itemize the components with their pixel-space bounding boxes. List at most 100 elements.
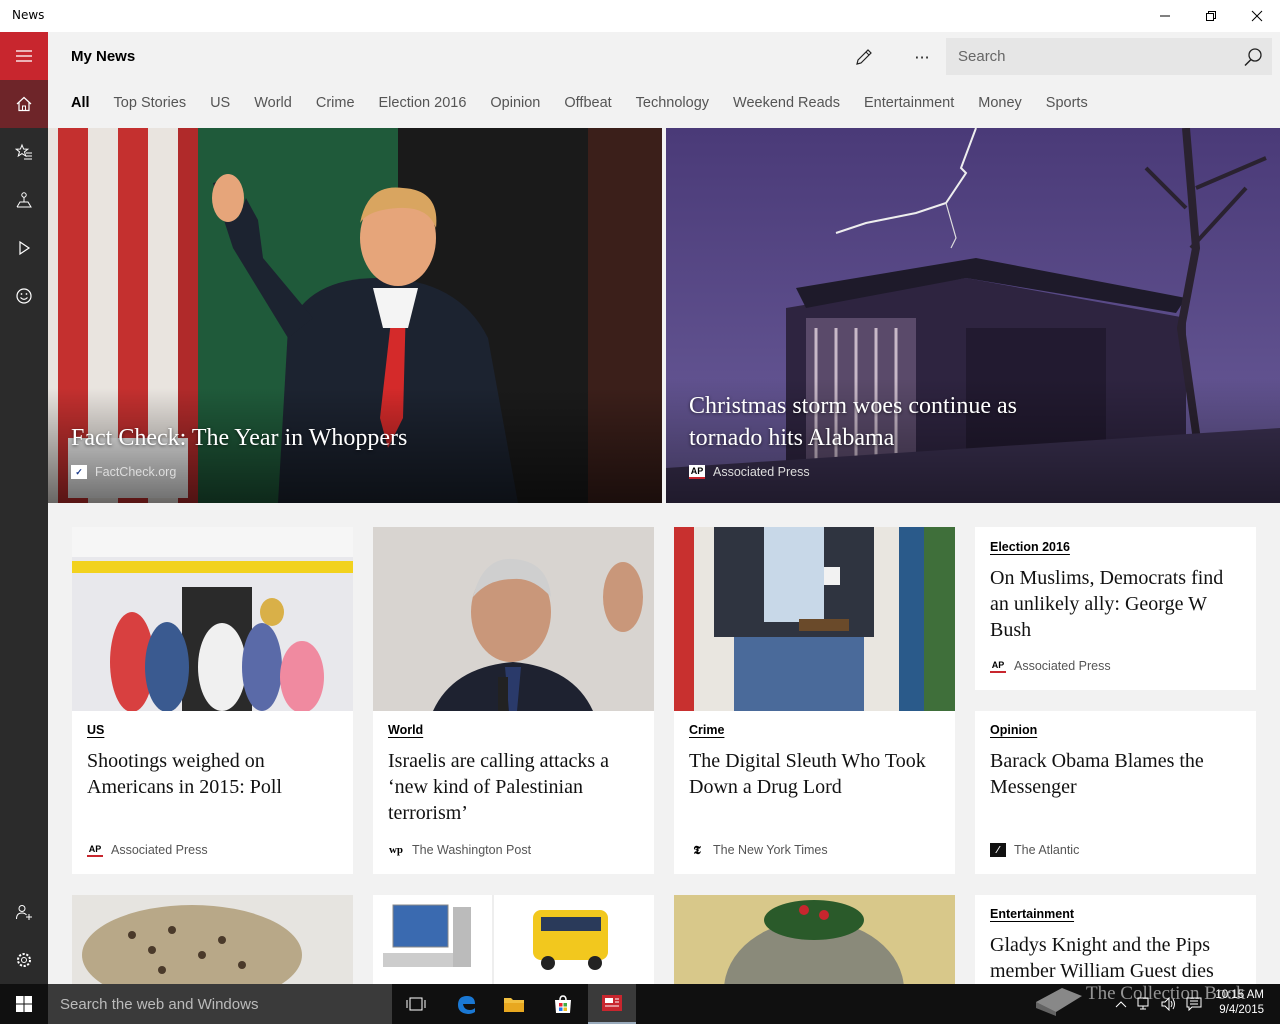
washington-post-logo-icon: wp [388,844,404,856]
taskbar-file-explorer[interactable] [490,984,538,1024]
source-name: The Atlantic [1014,843,1080,857]
story-photo [674,895,955,984]
story-body: US Shootings weighed on Americans in 201… [87,723,338,800]
sidebar-item-home[interactable] [0,80,48,128]
taskbar-news[interactable] [588,984,636,1024]
story-photo [373,895,654,984]
story-photo [72,527,353,711]
sidebar-item-sports[interactable] [0,272,48,320]
hero-headline: Christmas storm woes continue as tornado… [689,393,1017,451]
story-title: Israelis are calling attacks a ‘new kind… [388,750,609,824]
story-source: 𝕿 The New York Times [689,842,827,858]
add-person-icon [16,905,32,920]
source-name: The Washington Post [412,843,532,857]
story-photo [72,895,353,984]
story-category[interactable]: Entertainment [990,907,1241,921]
tab-election-2016[interactable]: Election 2016 [379,95,467,111]
ap-logo-icon: AP [990,659,1006,673]
local-icon [16,192,32,208]
hero-story-1[interactable]: Fact Check: The Year in Whoppers ✓ FactC… [48,128,662,503]
story-card-crime[interactable]: Crime The Digital Sleuth Who Took Down a… [674,527,955,874]
task-view-button[interactable] [392,984,440,1024]
story-category[interactable]: Opinion [990,723,1241,737]
tab-opinion[interactable]: Opinion [490,95,540,111]
hero-headline: Fact Check: The Year in Whoppers [71,425,408,451]
story-card-partial-2[interactable] [373,895,654,984]
sidebar-item-video[interactable] [0,224,48,272]
story-card-world[interactable]: World Israelis are calling attacks a ‘ne… [373,527,654,874]
taskbar-store[interactable] [539,984,587,1024]
story-card-partial-3[interactable] [674,895,955,984]
story-title: On Muslims, Democrats find an unlikely a… [990,567,1224,641]
factcheck-logo-icon: ✓ [71,465,87,479]
story-body: World Israelis are calling attacks a ‘ne… [388,723,639,826]
hamburger-icon [16,50,32,62]
story-category[interactable]: World [388,723,639,737]
sidebar-item-settings[interactable] [0,936,48,984]
hero-story-2[interactable]: Christmas storm woes continue as tornado… [666,128,1280,503]
tab-top-stories[interactable]: Top Stories [114,95,187,111]
minimize-icon [1160,15,1170,17]
nyt-logo-icon: 𝕿 [693,842,701,857]
tab-us[interactable]: US [210,95,230,111]
tab-offbeat[interactable]: Offbeat [564,95,611,111]
story-card-entertainment[interactable]: Entertainment Gladys Knight and the Pips… [975,895,1256,984]
story-source: ⁄ The Atlantic [990,843,1079,857]
story-title: Barack Obama Blames the Messenger [990,750,1204,798]
tab-technology[interactable]: Technology [636,95,709,111]
pencil-icon [856,49,872,65]
search-input[interactable] [946,38,1236,75]
sidebar-item-account[interactable] [0,888,48,936]
windows-logo-icon [16,996,32,1012]
more-options-button[interactable]: ··· [902,42,942,72]
source-name: Associated Press [1014,659,1111,673]
minimize-button[interactable] [1142,0,1188,32]
sports-smiley-icon [16,288,32,304]
home-icon [16,96,32,112]
story-title: The Digital Sleuth Who Took Down a Drug … [689,750,926,798]
edit-button[interactable] [844,42,884,72]
story-photo [373,527,654,711]
tab-sports[interactable]: Sports [1046,95,1088,111]
sidebar-item-interests[interactable] [0,128,48,176]
hamburger-menu-button[interactable] [0,32,48,80]
start-button[interactable] [0,984,48,1024]
more-icon: ··· [914,47,930,67]
story-category[interactable]: Election 2016 [990,540,1241,554]
close-icon [1251,10,1263,22]
news-app-icon [602,995,622,1011]
ap-logo-icon: AP [87,843,103,857]
story-card-us[interactable]: US Shootings weighed on Americans in 201… [72,527,353,874]
tab-entertainment[interactable]: Entertainment [864,95,954,111]
story-body: Crime The Digital Sleuth Who Took Down a… [689,723,940,800]
sidebar [0,32,48,984]
folder-icon [504,998,524,1012]
atlantic-logo-icon: ⁄ [990,843,1006,857]
story-card-election[interactable]: Election 2016 On Muslims, Democrats find… [975,527,1256,690]
tab-crime[interactable]: Crime [316,95,355,111]
close-button[interactable] [1234,0,1280,32]
restore-button[interactable] [1188,0,1234,32]
story-body: Opinion Barack Obama Blames the Messenge… [990,723,1241,800]
taskbar-edge[interactable] [442,984,490,1024]
watermark-text: The Collection Book [1086,983,1246,1004]
source-name: Associated Press [111,843,208,857]
story-category[interactable]: Crime [689,723,940,737]
store-icon [555,995,571,1013]
story-card-partial-1[interactable] [72,895,353,984]
tab-money[interactable]: Money [978,95,1022,111]
taskbar-search [48,984,392,1024]
search-box [946,38,1272,75]
story-card-opinion[interactable]: Opinion Barack Obama Blames the Messenge… [975,711,1256,874]
search-button[interactable] [1238,42,1268,72]
edge-browser-icon [458,996,475,1014]
taskbar-search-input[interactable] [48,984,392,1024]
search-icon [1244,48,1262,67]
tab-all[interactable]: All [71,95,90,111]
story-source: AP Associated Press [990,659,1111,673]
sidebar-item-local[interactable] [0,176,48,224]
tab-world[interactable]: World [254,95,292,111]
interests-star-icon [15,143,32,160]
story-category[interactable]: US [87,723,338,737]
tab-weekend-reads[interactable]: Weekend Reads [733,95,840,111]
